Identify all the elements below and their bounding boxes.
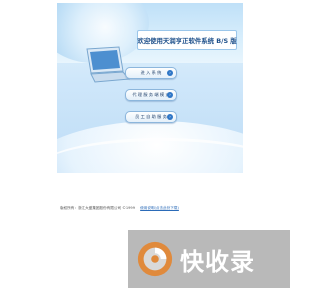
page-title: 欢迎使用天润亨正软件系统 B/S 版	[137, 36, 237, 45]
copyright-text: 版权所有：浙江大盛集团股份有限公司 ©1999	[60, 206, 135, 210]
employee-self-service-label: 员 工 自 助 服 务	[135, 114, 167, 119]
arrow-right-icon: ›	[167, 114, 173, 120]
watermark-logo-icon	[137, 241, 173, 277]
manual-download-link[interactable]: 使用说明(点击此处下载)	[140, 206, 179, 210]
watermark-text: 快收录	[180, 247, 255, 276]
title-box: 欢迎使用天润亨正软件系统 B/S 版	[137, 30, 237, 50]
agent-server-mode-button[interactable]: 代 理 服 务 端 模 式 ›	[125, 89, 177, 101]
enter-system-label: 进 入 系 统	[140, 70, 162, 75]
watermark: 快收录	[128, 230, 290, 288]
login-panel: 欢迎使用天润亨正软件系统 B/S 版 进 入 系 统 › 代 理 服 务 端 模…	[57, 3, 243, 173]
footer: 版权所有：浙江大盛集团股份有限公司 ©1999 使用说明(点击此处下载)	[60, 206, 260, 211]
employee-self-service-button[interactable]: 员 工 自 助 服 务 ›	[125, 111, 177, 123]
agent-server-mode-label: 代 理 服 务 端 模 式	[132, 92, 170, 97]
arrow-right-icon: ›	[167, 70, 173, 76]
enter-system-button[interactable]: 进 入 系 统 ›	[125, 67, 177, 79]
arrow-right-icon: ›	[167, 92, 173, 98]
laptop-icon	[86, 46, 131, 83]
